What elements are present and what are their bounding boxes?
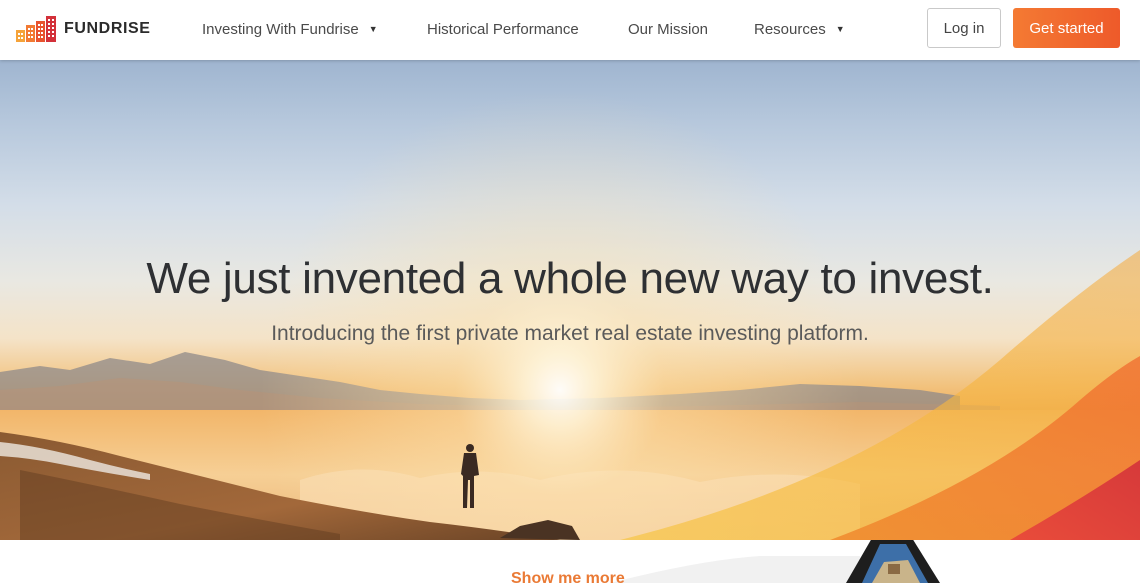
fundrise-logo[interactable]: FUNDRISE bbox=[16, 16, 151, 42]
show-more-link[interactable]: Show me more bbox=[511, 570, 625, 583]
building-logo-icon bbox=[16, 16, 56, 42]
nav-item-our-mission[interactable]: Our Mission bbox=[628, 19, 708, 39]
content-section: Show me more bbox=[0, 540, 1140, 583]
hero-subheading: Introducing the first private market rea… bbox=[271, 322, 869, 345]
nav-item-label: Resources bbox=[754, 20, 826, 38]
caret-down-icon: ▼ bbox=[368, 24, 378, 34]
nav-item-historical-performance[interactable]: Historical Performance bbox=[427, 19, 579, 39]
nav-item-investing-with-fundrise[interactable]: Investing With Fundrise ▼ bbox=[202, 19, 378, 39]
nav-item-label: Historical Performance bbox=[427, 20, 579, 38]
caret-down-icon: ▼ bbox=[835, 24, 845, 34]
nav-item-label: Our Mission bbox=[628, 20, 709, 38]
login-button[interactable]: Log in bbox=[927, 8, 1001, 48]
site-header: FUNDRISE Investing With Fundrise ▼ Histo… bbox=[0, 0, 1140, 60]
hero-heading: We just invented a whole new way to inve… bbox=[146, 254, 994, 303]
get-started-button[interactable]: Get started bbox=[1013, 8, 1120, 48]
hero-section: We just invented a whole new way to inve… bbox=[0, 60, 1140, 540]
nav-item-label: Investing With Fundrise bbox=[202, 20, 359, 38]
brand-name: FUNDRISE bbox=[64, 20, 151, 37]
nav-item-resources[interactable]: Resources ▼ bbox=[754, 19, 845, 39]
